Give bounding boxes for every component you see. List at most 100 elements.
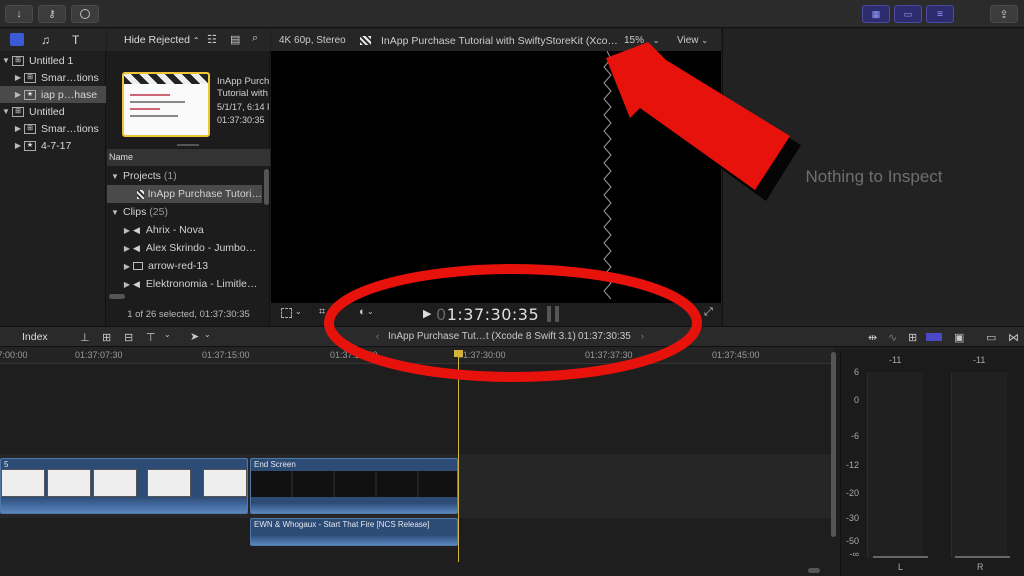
timeline-hscrollbar[interactable]	[808, 568, 820, 573]
crop-icon[interactable]: ⌗	[319, 306, 325, 319]
insert-clip-icon[interactable]: ⊞	[102, 331, 111, 344]
chevron-down-icon[interactable]: ⌄	[295, 307, 302, 316]
append-clip-icon[interactable]: ⊟	[124, 331, 133, 344]
list-item-project[interactable]: InApp Purchase Tutori…	[107, 185, 262, 203]
disclosure-closed-icon[interactable]: ▶	[121, 226, 133, 235]
list-item[interactable]: ▶ ◀ Alex Skrindo - Jumbo…	[107, 239, 262, 257]
db-label: 0	[853, 395, 859, 405]
list-group-clips[interactable]: ▼ Clips (25)	[107, 203, 262, 221]
fullscreen-icon[interactable]: ⤢	[704, 306, 713, 319]
list-item[interactable]: ▶ ◀ Ahrix - Nova	[107, 221, 262, 239]
back-arrow-icon[interactable]: ‹	[376, 331, 379, 341]
disclosure-closed-icon[interactable]: ▶	[12, 124, 24, 133]
library-item[interactable]: ▶ ⊞ Smar…tions	[0, 69, 106, 86]
skimming-icon[interactable]: ⇹	[868, 331, 877, 344]
list-group-projects[interactable]: ▼ Projects (1)	[107, 167, 262, 185]
disclosure-open-icon[interactable]: ▼	[0, 56, 12, 65]
audio-skimming-icon[interactable]: ∿	[888, 331, 897, 344]
disclosure-open-icon[interactable]: ▼	[107, 172, 123, 181]
disclosure-closed-icon[interactable]: ▶	[121, 262, 133, 271]
disclosure-open-icon[interactable]: ▼	[0, 107, 12, 116]
search-icon[interactable]: ⌕	[252, 32, 258, 45]
disclosure-closed-icon[interactable]: ▶	[12, 90, 24, 99]
clapper-icon	[124, 74, 208, 84]
filter-popup[interactable]: Hide Rejected ⌃	[124, 34, 200, 46]
disclosure-closed-icon[interactable]: ▶	[12, 73, 24, 82]
timeline-vscrollbar[interactable]	[831, 352, 836, 537]
video-clip-end-screen[interactable]: End Screen	[250, 458, 458, 514]
event-browser: Hide Rejected ⌃ ☷ ▤ ⌕ InApp Purch Tutori…	[107, 29, 270, 326]
transform-icon[interactable]	[281, 308, 292, 318]
thumbnail-line	[130, 101, 185, 103]
libraries-header: ♫ T	[0, 29, 106, 51]
effects-browser-icon[interactable]: ▭	[986, 331, 996, 344]
library-item-label: Smar…tions	[41, 71, 99, 84]
disclosure-closed-icon[interactable]: ▶	[12, 141, 24, 150]
library-item[interactable]: ▼ ⊞ Untitled 1	[0, 52, 106, 69]
toggle-browser-button[interactable]: ▦	[862, 5, 890, 23]
clip-appearance-icon[interactable]: ▣	[954, 331, 964, 344]
disclosure-closed-icon[interactable]: ▶	[121, 244, 133, 253]
list-item[interactable]: ▶ ◀ Elektronomia - Limitle…	[107, 275, 262, 293]
overwrite-clip-icon[interactable]: ⊤	[146, 331, 156, 344]
audio-meter-mini	[547, 306, 551, 322]
connect-clip-icon[interactable]: ⊥	[80, 331, 90, 344]
project-thumbnail[interactable]	[122, 72, 210, 137]
smart-collection-icon: ⊞	[24, 123, 36, 134]
filmstrip-icon[interactable]: ▤	[230, 33, 240, 46]
disclosure-closed-icon[interactable]: ▶	[121, 280, 133, 289]
inspector-sliders-icon: ≡	[937, 8, 943, 20]
audio-clip-music[interactable]: EWN & Whogaux - Start That Fire [NCS Rel…	[250, 518, 458, 546]
import-button[interactable]: ↓	[5, 5, 33, 23]
browser-scrollbar[interactable]	[264, 169, 269, 205]
video-clip-tutorial[interactable]: 5	[0, 458, 248, 514]
solo-icon[interactable]: ⊞	[908, 331, 917, 344]
chevron-down-icon[interactable]: ⌄	[204, 330, 211, 339]
timeline-ruler[interactable]: 01:37:00:00 01:37:07:30 01:37:15:00 01:3…	[0, 347, 835, 364]
disclosure-open-icon[interactable]: ▼	[107, 208, 123, 217]
playhead[interactable]	[454, 350, 463, 562]
play-icon[interactable]: ▶	[423, 307, 431, 320]
library-item[interactable]: ▶ ⊞ Smar…tions	[0, 120, 106, 137]
project-duration: 01:37:30:35	[217, 115, 265, 125]
list-item[interactable]: ▶ arrow-red-13	[107, 257, 262, 275]
keyword-button[interactable]: ⚷	[38, 5, 66, 23]
clapper-icon	[137, 189, 144, 199]
meter-right	[951, 372, 1007, 558]
video-viewer[interactable]	[271, 51, 721, 303]
toggle-timeline-button[interactable]: ▭	[894, 5, 922, 23]
view-menu[interactable]: View ⌄	[677, 35, 708, 46]
playhead-handle[interactable]	[454, 350, 463, 357]
audio-meters: -11 -11 6 0 -6 -12 -20 -30 -50 -∞ L R	[840, 350, 1024, 576]
name-header-label: Name	[109, 152, 134, 162]
ruler-label: 01:37:15:00	[202, 350, 250, 360]
chevron-down-icon[interactable]: ⌄	[367, 307, 374, 316]
transitions-browser-icon[interactable]: ⋈	[1008, 331, 1019, 344]
forward-arrow-icon[interactable]: ›	[641, 331, 644, 341]
titles-generators-icon[interactable]: T	[72, 33, 79, 47]
toggle-inspector-button[interactable]: ≡	[926, 5, 954, 23]
inspector-empty-message: Nothing to Inspect	[805, 167, 943, 186]
enhance-icon[interactable]: ◐	[359, 306, 366, 318]
library-item[interactable]: ▶ ★ 4-7-17	[0, 137, 106, 154]
select-tool-icon[interactable]: ➤	[190, 330, 199, 343]
item-label: Ahrix - Nova	[145, 224, 204, 236]
library-item[interactable]: ▼ ⊞ Untitled	[0, 103, 106, 120]
project-date: 5/1/17, 6:14 P	[217, 102, 269, 112]
library-item-selected[interactable]: ▶ ★ iap p…hase	[0, 86, 106, 103]
libraries-icon[interactable]	[10, 33, 24, 46]
thumb-size-handle[interactable]	[177, 144, 199, 146]
meter-floor-right	[955, 556, 1010, 558]
name-column-header[interactable]: Name	[107, 149, 270, 166]
index-button[interactable]: Index	[22, 331, 48, 343]
clip-appearance-icon[interactable]: ☷	[207, 33, 217, 46]
background-tasks-icon	[80, 9, 90, 19]
snapping-icon[interactable]	[926, 333, 942, 341]
photos-audio-icon[interactable]: ♫	[41, 33, 50, 47]
timecode-display[interactable]: 01:37:30:35	[436, 305, 539, 324]
zoom-popup[interactable]: 15% ⌄	[624, 35, 660, 46]
share-button[interactable]: ⇪	[990, 5, 1018, 23]
chevron-down-icon[interactable]: ⌄	[164, 330, 171, 339]
browser-hscrollbar[interactable]	[109, 294, 125, 299]
background-tasks-button[interactable]	[71, 5, 99, 23]
